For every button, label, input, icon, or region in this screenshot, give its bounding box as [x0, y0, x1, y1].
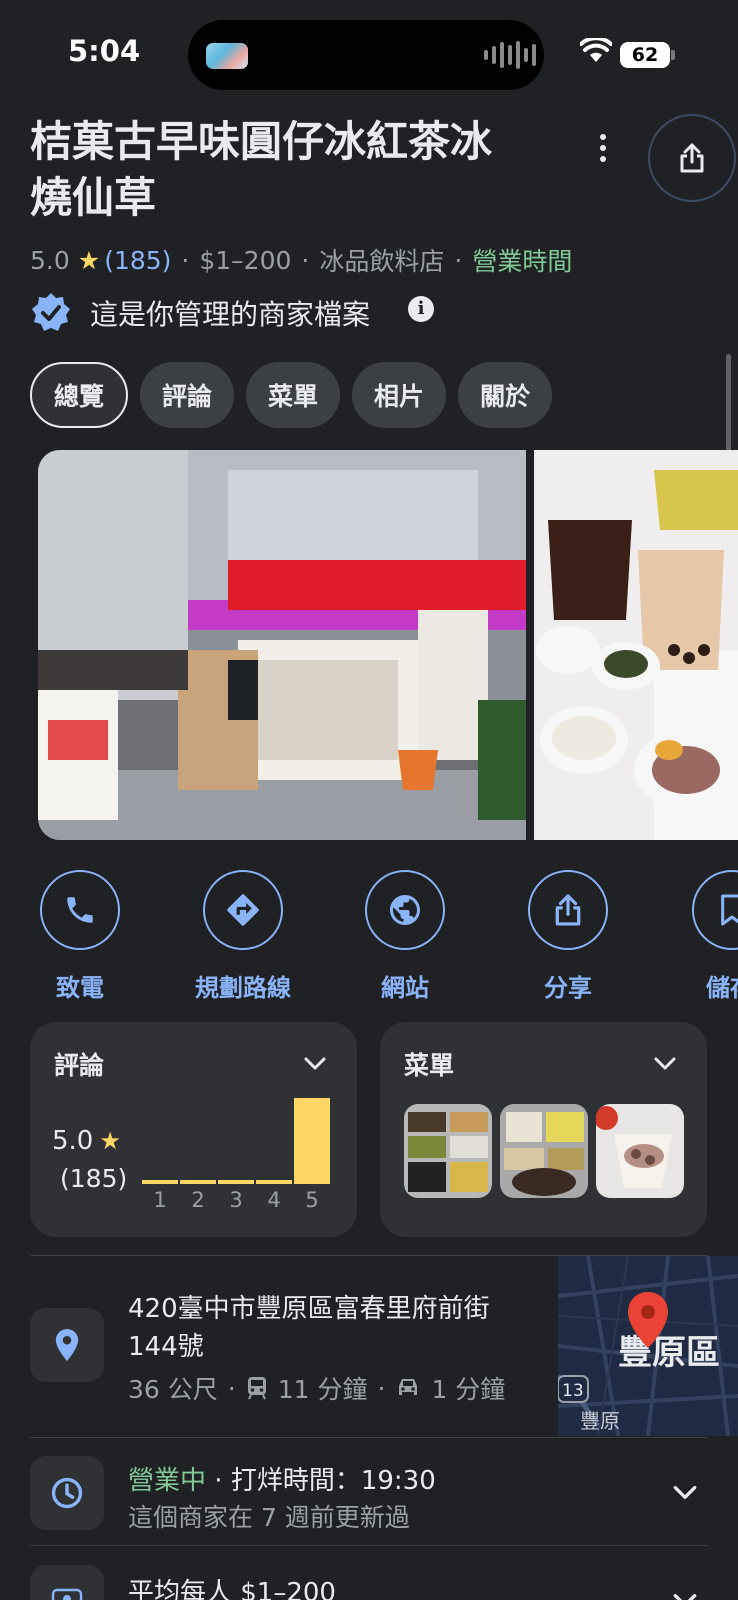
tab-overview[interactable]: 總覽 — [30, 362, 129, 428]
place-title-line1: 桔菓古早味圓仔冰紅茶冰 — [30, 117, 493, 166]
hours-row-icon — [30, 1456, 104, 1530]
drinks-photo[interactable] — [534, 450, 738, 840]
address-row-icon — [30, 1308, 104, 1382]
tab-bar: 總覽 評論 菜單 相片 關於 — [30, 362, 553, 428]
clock-icon — [51, 1477, 83, 1509]
map-thumbnail[interactable]: 13 豐原區 豐原 — [558, 1256, 738, 1436]
globe-icon — [390, 895, 420, 925]
share-icon — [555, 894, 581, 926]
star-icon: ★ — [77, 245, 101, 275]
map-district-label: 豐原區 — [618, 1333, 720, 1373]
price-range: $1–200 — [199, 245, 292, 275]
hours-status[interactable]: 營業中 · 打烊時間：19:30 — [128, 1460, 436, 1497]
share-button[interactable]: 分享 — [508, 870, 628, 1003]
menu-photo-3[interactable] — [596, 1104, 684, 1198]
histogram-bar-5 — [294, 1098, 330, 1184]
reviews-count: (185) — [60, 1164, 128, 1193]
website-button[interactable]: 網站 — [345, 870, 465, 1003]
tab-menu[interactable]: 菜單 — [246, 362, 341, 428]
directions-icon — [227, 894, 259, 926]
chevron-down-icon[interactable] — [672, 1484, 698, 1502]
location-pin-icon — [55, 1329, 79, 1361]
histogram-bar-3 — [218, 1180, 254, 1184]
price-per-person: 平均每人 $1–200 — [128, 1578, 336, 1600]
battery-tip — [671, 50, 675, 60]
rating-summary: 5.0 ★ (185) · $1–200 · 冰品飲料店 · 營業時間 — [30, 242, 572, 278]
histogram-bar-2 — [180, 1180, 216, 1184]
menu-photo-2[interactable] — [500, 1104, 588, 1198]
chevron-down-icon[interactable] — [653, 1056, 677, 1072]
route-badge: 13 — [562, 1381, 584, 1401]
bookmark-icon — [721, 894, 738, 926]
hours-updated-note: 這個商家在 7 週前更新過 — [128, 1503, 410, 1532]
rating-histogram: 12345 — [142, 1094, 332, 1216]
histogram-bar-1 — [142, 1180, 178, 1184]
closing-time: 打烊時間：19:30 — [230, 1466, 436, 1496]
histogram-label-4: 4 — [267, 1188, 281, 1212]
save-button[interactable]: 儲存 — [670, 870, 738, 1003]
reviews-card[interactable]: 評論 5.0 ★ (185) 12345 — [30, 1022, 357, 1237]
histogram-label-3: 3 — [229, 1188, 243, 1212]
more-options-button[interactable] — [588, 128, 618, 168]
menu-card[interactable]: 菜單 — [380, 1022, 707, 1237]
call-label: 致電 — [56, 974, 104, 1002]
info-icon[interactable]: i — [408, 296, 434, 322]
address-line1[interactable]: 420臺中市豐原區富春里府前街 — [128, 1288, 490, 1325]
divider — [30, 1545, 708, 1546]
call-button[interactable]: 致電 — [20, 870, 140, 1003]
tab-reviews[interactable]: 評論 — [140, 362, 235, 428]
verified-text: 這是你管理的商家檔案 — [90, 298, 371, 331]
rating-value: 5.0 — [30, 245, 70, 275]
walking-distance: 36 公尺 — [128, 1375, 218, 1404]
divider — [30, 1437, 708, 1438]
map-area-label: 豐原 — [580, 1409, 620, 1433]
address-line2[interactable]: 144號 — [128, 1326, 204, 1363]
directions-label: 規劃路線 — [195, 974, 291, 1002]
phone-icon — [67, 897, 93, 923]
transit-icon — [247, 1377, 266, 1400]
wifi-icon — [580, 38, 612, 62]
media-thumbnail — [206, 43, 248, 69]
directions-button[interactable]: 規劃路線 — [183, 870, 303, 1003]
distance-line: 36 公尺 · 11 分鐘 · 1 分鐘 — [128, 1370, 505, 1406]
transit-time: 11 分鐘 — [277, 1375, 368, 1404]
histogram-bar-4 — [256, 1180, 292, 1184]
storefront-photo[interactable] — [38, 450, 526, 840]
chevron-down-icon[interactable] — [303, 1056, 327, 1072]
place-title-line2: 燒仙草 — [30, 173, 157, 222]
status-time: 5:04 — [68, 34, 141, 68]
star-icon: ★ — [99, 1127, 121, 1155]
share-icon — [680, 143, 704, 173]
share-header-button[interactable] — [648, 114, 736, 202]
verified-business-row[interactable]: 這是你管理的商家檔案 — [30, 292, 370, 334]
tab-about[interactable]: 關於 — [458, 362, 553, 428]
car-icon — [399, 1379, 418, 1395]
reviews-average: 5.0 ★ — [52, 1126, 121, 1156]
audio-wave-icon — [484, 40, 536, 70]
menu-photo-1[interactable] — [404, 1104, 492, 1198]
battery-indicator: 62 — [620, 42, 670, 68]
people-icon — [51, 1588, 83, 1600]
histogram-label-1: 1 — [153, 1188, 167, 1212]
drive-time: 1 分鐘 — [431, 1375, 506, 1404]
hours-link[interactable]: 營業時間 — [472, 242, 572, 278]
verified-badge-icon — [32, 293, 70, 331]
histogram-label-5: 5 — [305, 1188, 319, 1212]
menu-card-title: 菜單 — [404, 1051, 455, 1080]
tab-photos[interactable]: 相片 — [352, 362, 447, 428]
place-title: 桔菓古早味圓仔冰紅茶冰 燒仙草 — [30, 114, 550, 226]
save-label: 儲存 — [706, 974, 738, 1002]
open-status: 營業中 — [128, 1466, 207, 1496]
review-count-link[interactable]: (185) — [104, 246, 171, 275]
category-label: 冰品飲料店 — [319, 247, 445, 276]
price-row-icon — [30, 1565, 104, 1600]
chevron-down-icon[interactable] — [672, 1592, 698, 1600]
reviews-card-title: 評論 — [54, 1051, 105, 1080]
website-label: 網站 — [381, 974, 429, 1002]
histogram-label-2: 2 — [191, 1188, 205, 1212]
share-label: 分享 — [544, 974, 592, 1002]
